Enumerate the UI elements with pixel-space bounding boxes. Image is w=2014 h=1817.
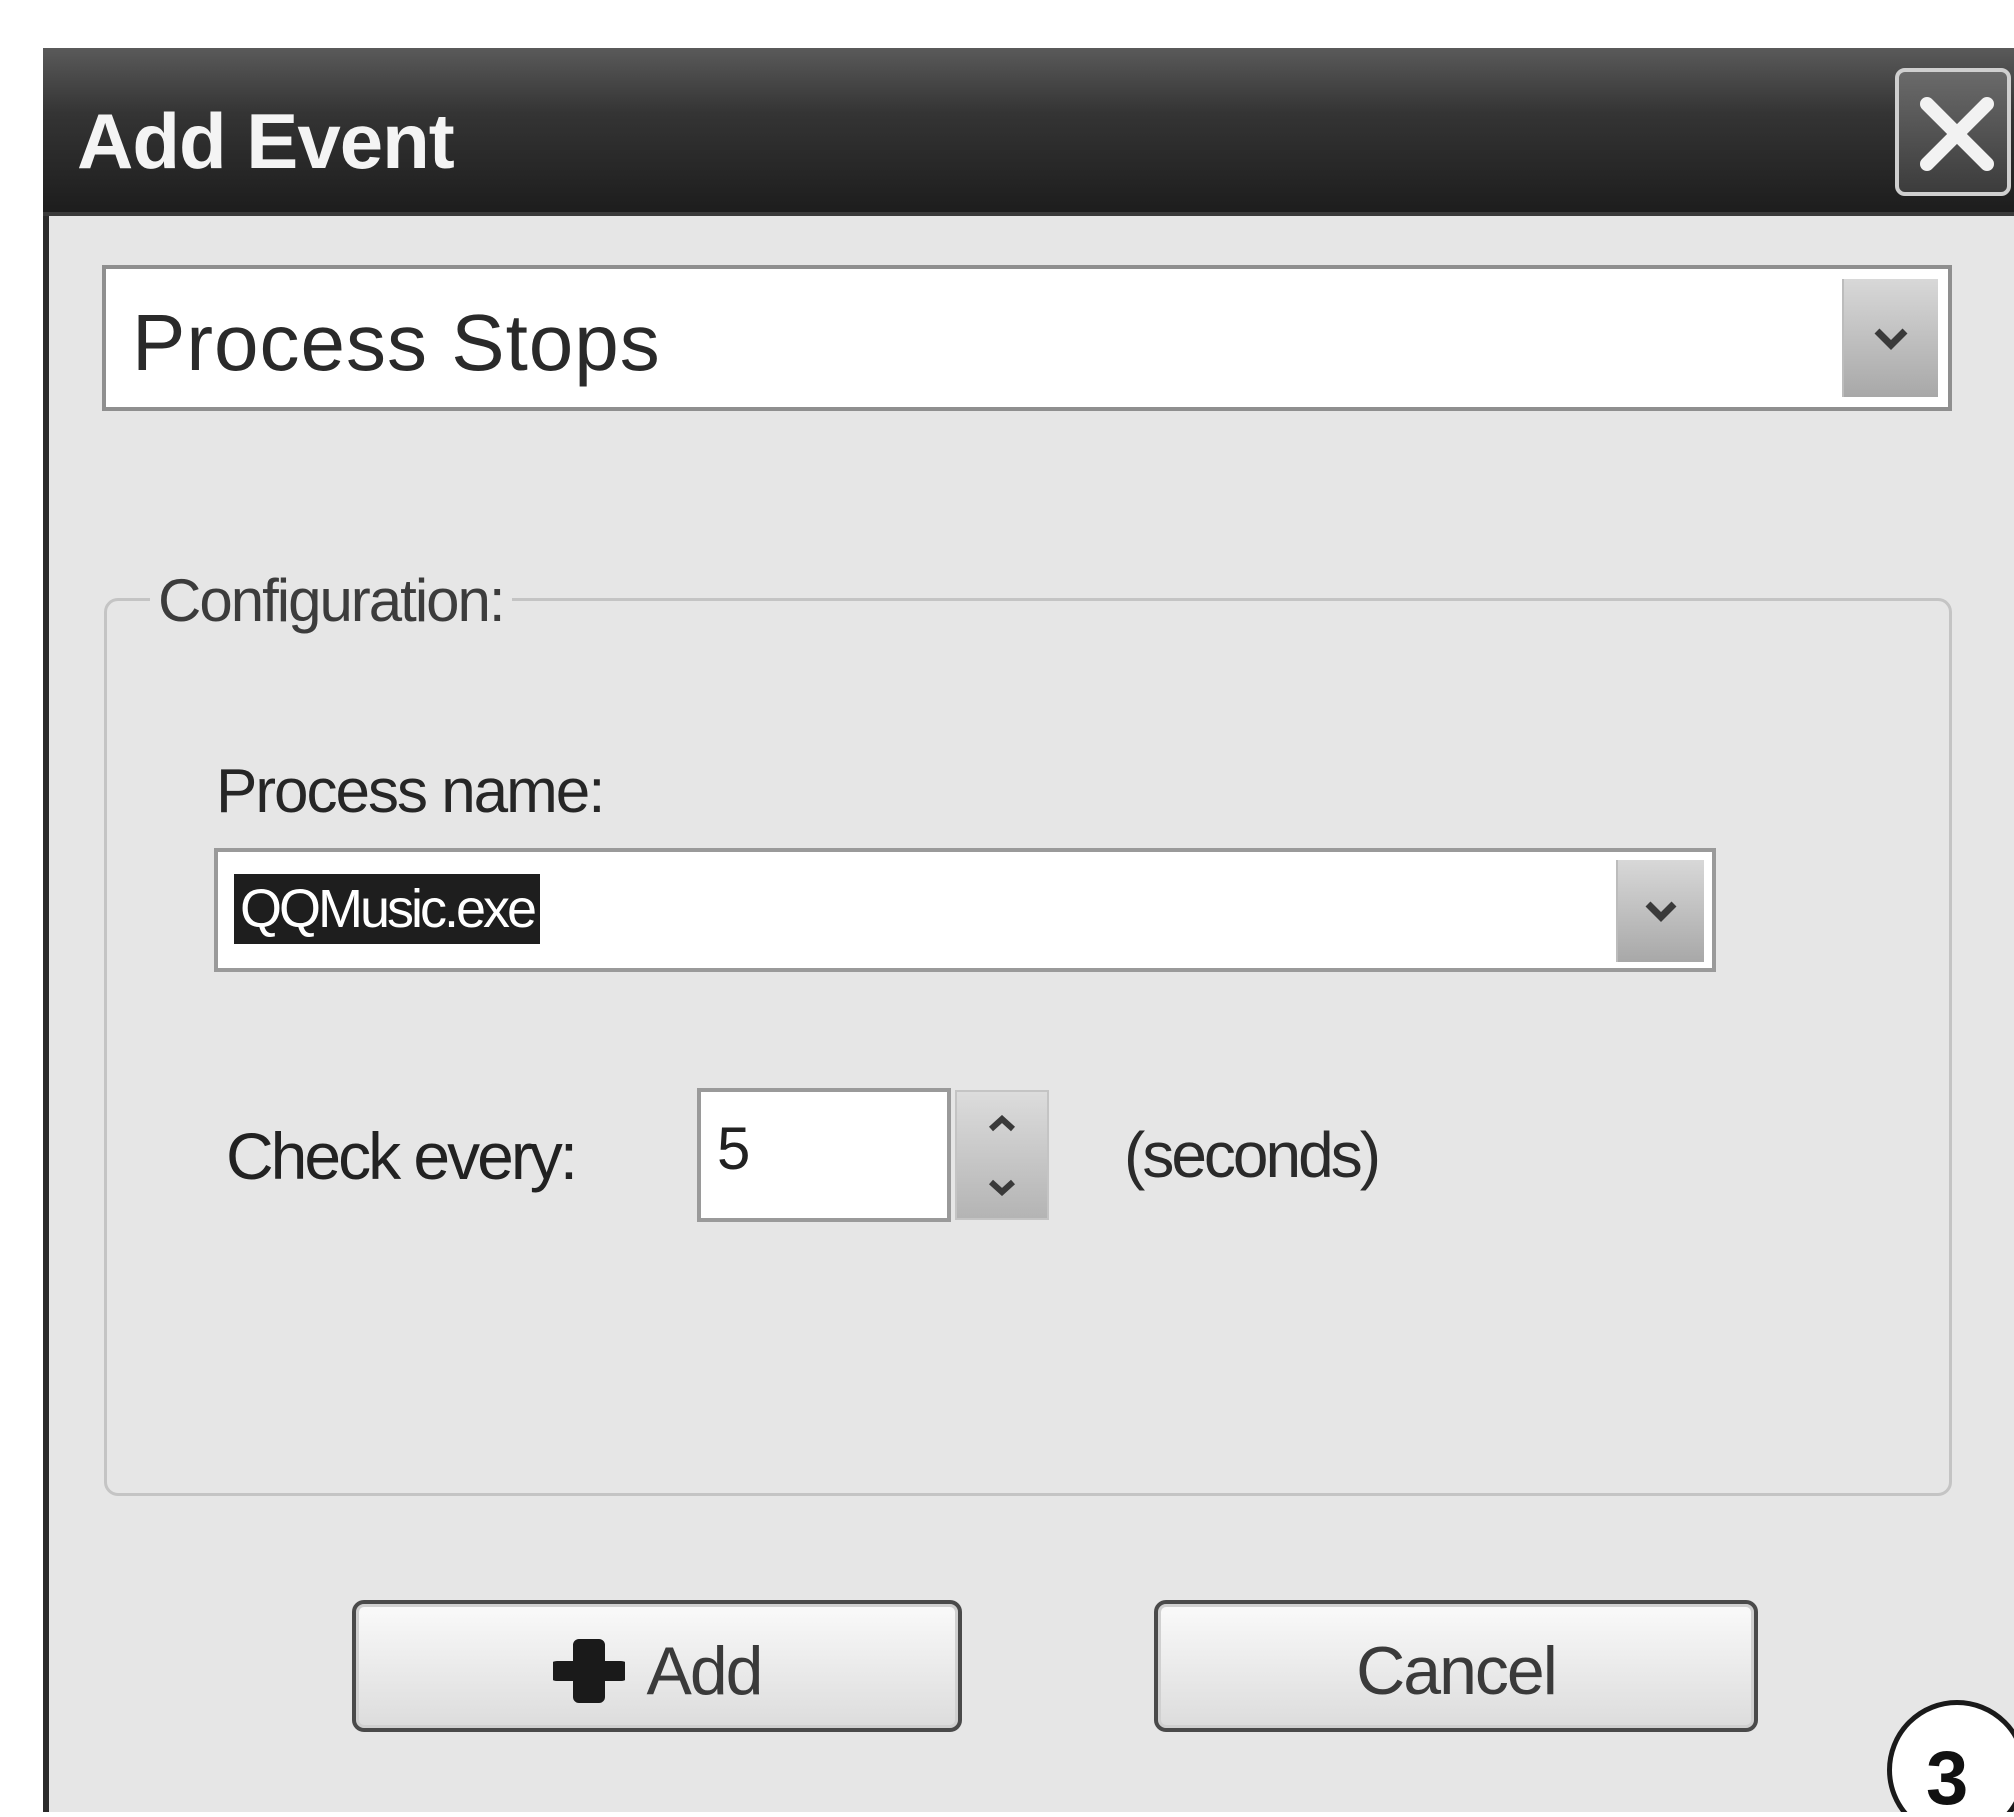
plus-icon: [552, 1639, 625, 1703]
process-name-label: Process name:: [216, 757, 606, 826]
step-number: 3: [1926, 1736, 1969, 1817]
spin-down-button[interactable]: [957, 1155, 1047, 1218]
chevron-down-icon: [1645, 901, 1677, 922]
process-name-combo[interactable]: QQMusic.exe: [214, 848, 1716, 972]
check-every-input[interactable]: 5: [697, 1088, 951, 1222]
check-every-label: Check every:: [226, 1119, 578, 1193]
process-name-dropdown-button[interactable]: [1616, 860, 1704, 962]
page: Add Event Process Stops Configuration: P…: [0, 0, 2014, 1817]
event-type-dropdown-button[interactable]: [1842, 279, 1938, 397]
page-bottom-edge: [0, 1812, 2014, 1817]
chevron-down-icon: [1874, 328, 1908, 350]
chevron-down-icon: [988, 1179, 1016, 1196]
title-bar: Add Event: [43, 48, 2014, 216]
cancel-button-label: Cancel: [1356, 1633, 1558, 1709]
configuration-group: [104, 598, 1952, 1496]
event-type-value: Process Stops: [132, 298, 661, 387]
spin-up-button[interactable]: [957, 1092, 1047, 1155]
cancel-button[interactable]: Cancel: [1154, 1600, 1758, 1732]
dialog-title: Add Event: [77, 97, 455, 185]
add-button-label: Add: [646, 1633, 764, 1709]
seconds-unit-label: (seconds): [1124, 1119, 1381, 1191]
process-name-value[interactable]: QQMusic.exe: [234, 874, 541, 944]
check-every-spinner: [955, 1090, 1049, 1220]
close-button[interactable]: [1895, 68, 2011, 196]
add-button[interactable]: Add: [352, 1600, 962, 1732]
event-type-select[interactable]: Process Stops: [102, 265, 1952, 411]
close-icon: [1920, 97, 1994, 171]
chevron-up-icon: [988, 1114, 1016, 1131]
configuration-group-label: Configuration:: [150, 566, 512, 635]
